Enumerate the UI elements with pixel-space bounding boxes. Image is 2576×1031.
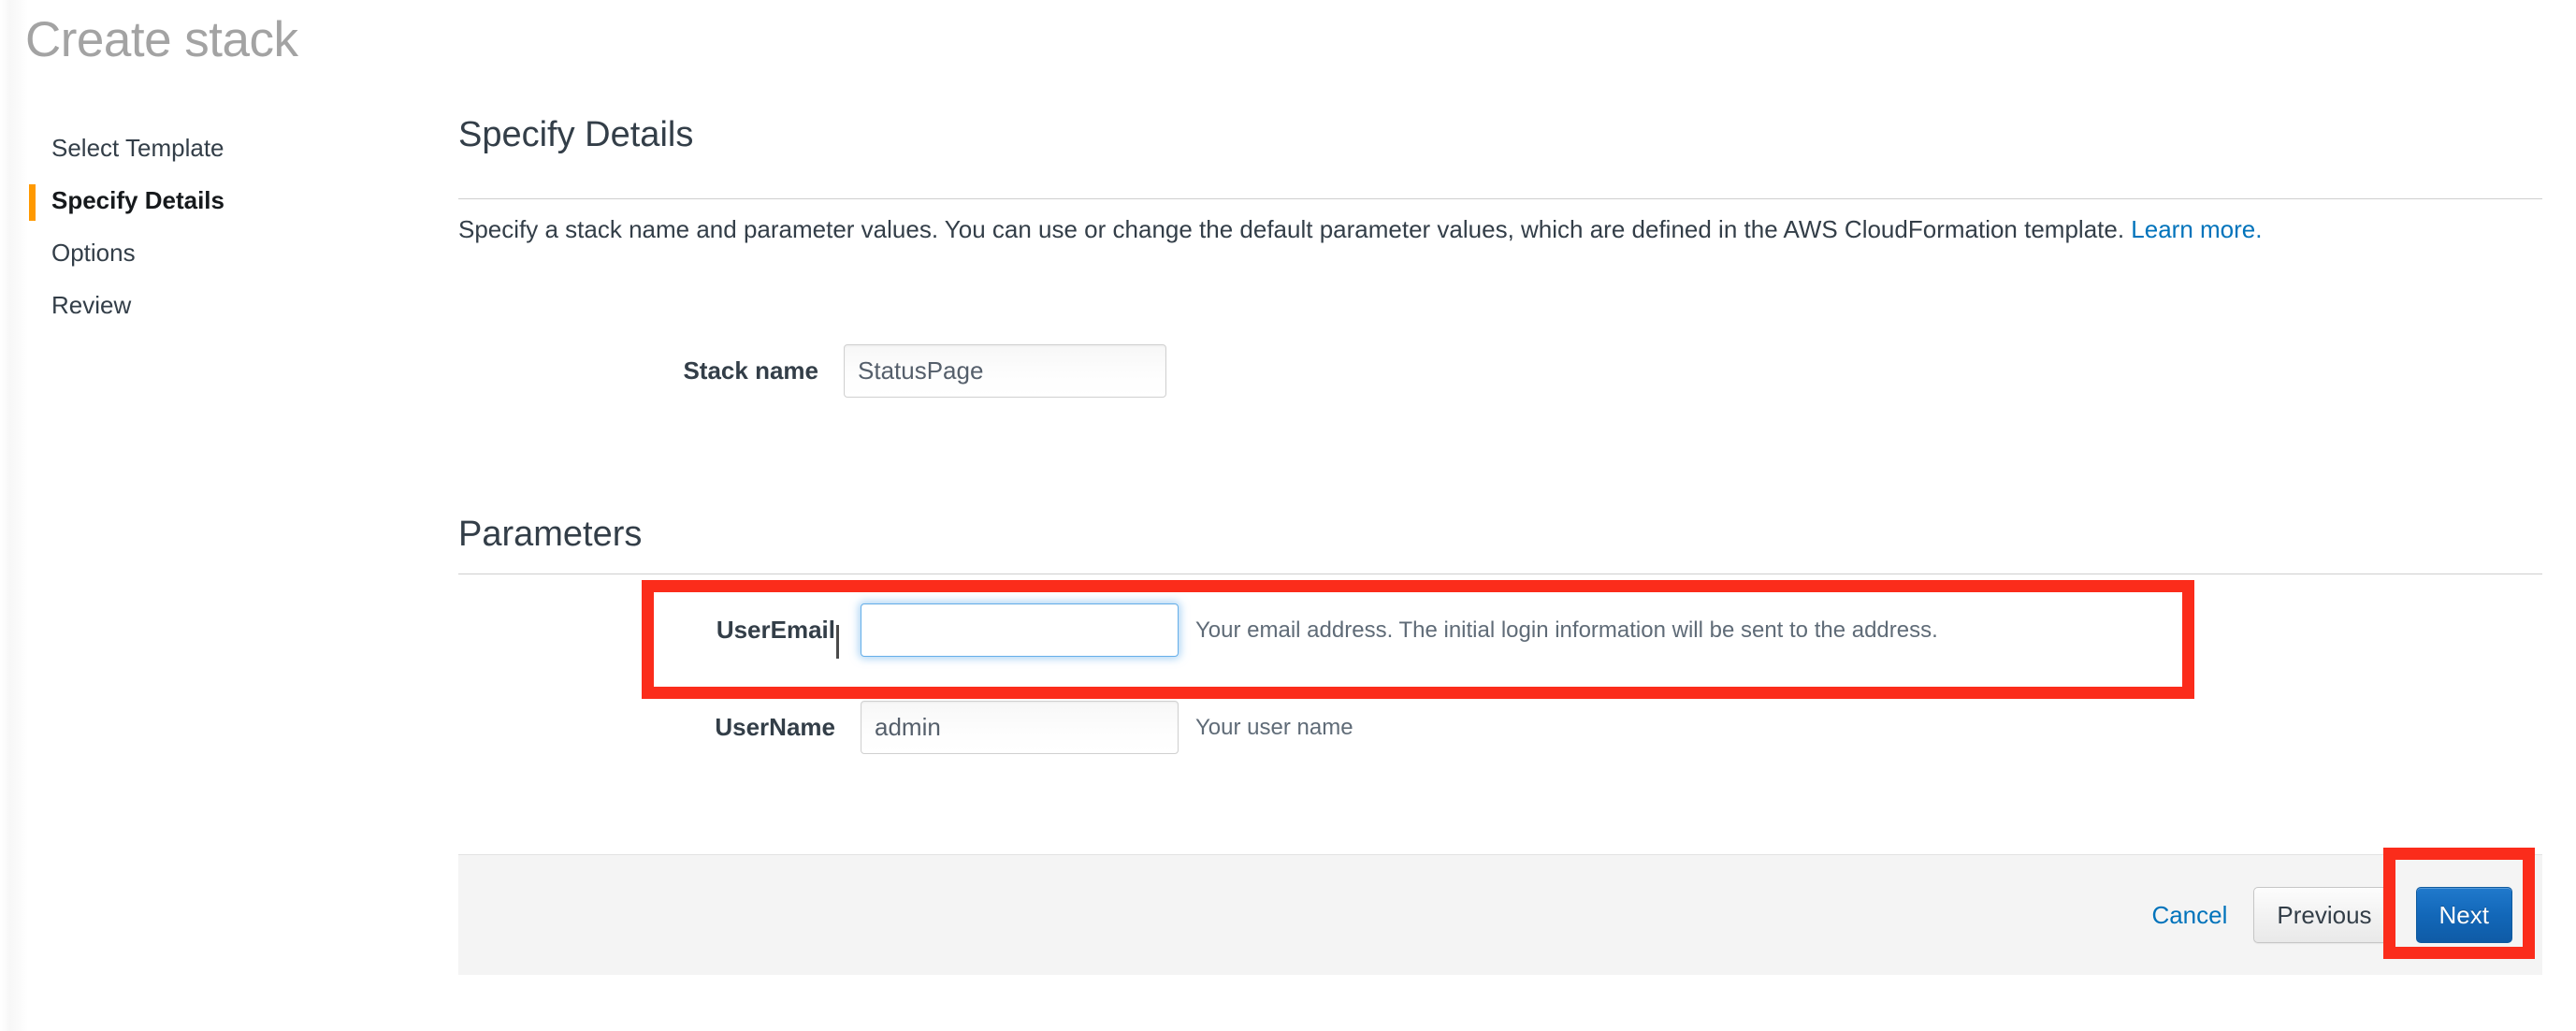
specify-details-divider [458,198,2542,199]
learn-more-link[interactable]: Learn more. [2131,215,2262,243]
cancel-button[interactable]: Cancel [2146,895,2233,936]
next-button[interactable]: Next [2415,887,2512,943]
specify-details-heading: Specify Details [458,115,694,154]
page-title: Create stack [25,12,298,67]
wizard-step-label: Select Template [51,133,224,162]
stack-name-row: Stack name [566,344,1166,398]
wizard-step-nav: Select Template Specify Details Options … [0,122,412,331]
user-email-label: UserEmail [716,616,835,644]
parameters-heading: Parameters [458,515,643,554]
stack-name-label: Stack name [683,356,818,385]
previous-button[interactable]: Previous [2253,887,2395,943]
user-email-help-text: Your email address. The initial login in… [1195,617,1938,643]
wizard-step-label: Options [51,238,136,267]
wizard-step-label: Review [51,290,132,319]
stack-name-input[interactable] [844,344,1166,398]
user-name-label: UserName [715,713,835,741]
wizard-footer-actions: Cancel Previous Next [2146,855,2512,975]
text-caret [836,625,839,659]
wizard-footer-bar: Cancel Previous Next [458,854,2542,975]
wizard-step-options[interactable]: Options [0,226,412,279]
wizard-step-label: Specify Details [51,185,224,214]
parameter-row-user-name: UserName Your user name [662,701,1353,754]
specify-details-intro: Specify a stack name and parameter value… [458,213,2262,245]
user-name-input[interactable] [861,701,1179,754]
wizard-step-specify-details[interactable]: Specify Details [0,174,412,226]
wizard-step-select-template[interactable]: Select Template [0,122,412,174]
user-email-input[interactable] [861,603,1179,657]
user-name-help-text: Your user name [1195,714,1353,740]
intro-sentence: Specify a stack name and parameter value… [458,215,2132,243]
parameter-row-user-email: UserEmail Your email address. The initia… [662,603,1938,657]
wizard-step-review[interactable]: Review [0,279,412,331]
